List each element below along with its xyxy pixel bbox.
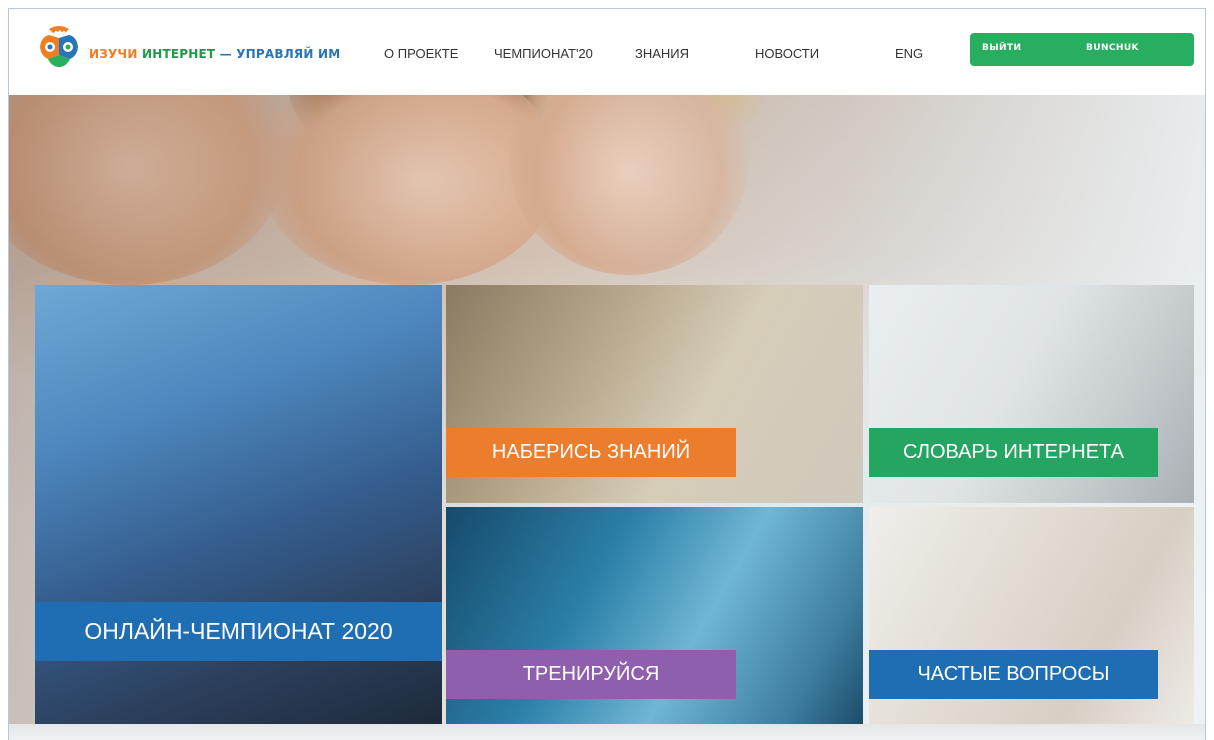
nav-language-eng[interactable]: ENG: [895, 46, 923, 61]
username-link[interactable]: BUNCHUK: [1086, 43, 1139, 53]
tile-faq[interactable]: ЧАСТЫЕ ВОПРОСЫ: [869, 507, 1194, 724]
site-header: ИЗУЧИ ИНТЕРНЕТ — УПРАВЛЯЙ ИМ О ПРОЕКТЕ Ч…: [9, 9, 1205, 95]
tile-training-label: ТРЕНИРУЙСЯ: [446, 650, 736, 699]
brain-logo-icon[interactable]: [35, 25, 83, 69]
tile-knowledge-label: НАБЕРИСЬ ЗНАНИЙ: [446, 428, 736, 477]
tile-championship-label: ОНЛАЙН-ЧЕМПИОНАТ 2020: [35, 602, 442, 661]
page-frame: ИЗУЧИ ИНТЕРНЕТ — УПРАВЛЯЙ ИМ О ПРОЕКТЕ Ч…: [8, 8, 1206, 740]
nav-news[interactable]: НОВОСТИ: [755, 46, 819, 61]
tile-training[interactable]: ТРЕНИРУЙСЯ: [446, 507, 863, 724]
logo-text-part1: ИЗУЧИ: [89, 47, 142, 61]
tile-dictionary[interactable]: СЛОВАРЬ ИНТЕРНЕТА: [869, 285, 1194, 503]
nav-knowledge[interactable]: ЗНАНИЯ: [635, 46, 689, 61]
hero-banner: ОНЛАЙН-ЧЕМПИОНАТ 2020 НАБЕРИСЬ ЗНАНИЙ СЛ…: [9, 95, 1205, 740]
logo-text-part2: ИНТЕРНЕТ: [141, 47, 216, 61]
auth-panel: ВЫЙТИ BUNCHUK: [970, 33, 1194, 66]
tile-championship[interactable]: ОНЛАЙН-ЧЕМПИОНАТ 2020: [35, 285, 442, 724]
tile-faq-label: ЧАСТЫЕ ВОПРОСЫ: [869, 650, 1158, 699]
hero-bottom-strip: [9, 724, 1205, 740]
nav-championship[interactable]: ЧЕМПИОНАТ'20: [494, 46, 593, 61]
logo-text-part3: — УПРАВЛЯЙ ИМ: [215, 47, 341, 61]
nav-about[interactable]: О ПРОЕКТЕ: [384, 46, 458, 61]
logo-text[interactable]: ИЗУЧИ ИНТЕРНЕТ — УПРАВЛЯЙ ИМ: [89, 47, 340, 61]
tile-knowledge[interactable]: НАБЕРИСЬ ЗНАНИЙ: [446, 285, 863, 503]
logout-button[interactable]: ВЫЙТИ: [982, 43, 1021, 53]
tile-dictionary-label: СЛОВАРЬ ИНТЕРНЕТА: [869, 428, 1158, 477]
